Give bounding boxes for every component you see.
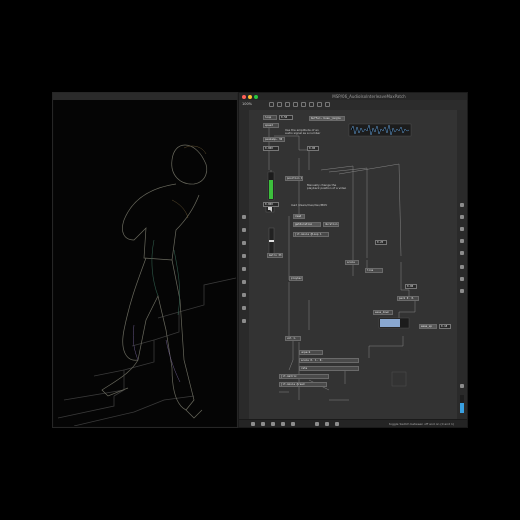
search-icon[interactable] <box>460 203 464 207</box>
console-icon[interactable] <box>460 251 464 255</box>
unpack-object[interactable]: unpack <box>299 350 323 355</box>
jit-movie-read-object[interactable]: jit.movie @read <box>279 382 327 387</box>
lock-toggle-icon[interactable] <box>251 422 255 426</box>
ease-down-object[interactable]: ease_down <box>373 310 393 315</box>
left-sidebar <box>239 110 249 420</box>
lock-icon[interactable] <box>269 102 274 107</box>
pack-object[interactable]: pack 0. 0. <box>397 296 419 301</box>
ease-up-message[interactable]: ease_up <box>419 324 437 329</box>
number-box[interactable]: 0.000 <box>263 146 279 151</box>
number-box[interactable]: 0.50 <box>279 115 293 120</box>
new-object-icon[interactable] <box>293 102 298 107</box>
scale-object[interactable]: scale <box>345 260 359 265</box>
camera-icon[interactable] <box>460 277 464 281</box>
max-patcher-window[interactable]: MSP/06_AudioIsoInterleaveMaxPatch 100% l… <box>238 92 468 428</box>
number-box[interactable]: 0.18 <box>439 324 451 329</box>
max-window-title: MSP/06_AudioIsoInterleaveMaxPatch <box>332 94 406 99</box>
status-text: toggle Switch between off and on (0 and … <box>389 422 455 426</box>
video-frame <box>54 100 236 426</box>
grid-toggle-icon[interactable] <box>291 422 295 426</box>
close-button[interactable] <box>242 94 246 99</box>
play-object[interactable]: speed <box>263 123 279 128</box>
dependencies-icon[interactable] <box>460 265 464 269</box>
align-icon[interactable] <box>317 102 322 107</box>
video-title <box>53 93 237 100</box>
playback-object[interactable]: playback <box>289 276 303 281</box>
debug-icon[interactable] <box>271 422 275 426</box>
read-message[interactable]: read <box>293 214 305 219</box>
audio-icon[interactable] <box>242 280 246 284</box>
number-box[interactable]: 0.00 <box>405 284 417 289</box>
share-icon[interactable] <box>325 102 330 107</box>
audio-meter-level <box>460 403 464 413</box>
jit-movie-object[interactable]: jit.movie @loop 1 <box>293 232 329 237</box>
video-window[interactable] <box>52 92 238 428</box>
duration-object[interactable]: duration <box>323 222 339 227</box>
video-icon[interactable] <box>242 293 246 297</box>
patch-objects: loop 0.50 buffer~ buse_jongle speed Use … <box>249 110 457 419</box>
new-object-bottom-icon[interactable] <box>315 422 319 426</box>
minimize-button[interactable] <box>248 94 252 99</box>
layers-icon[interactable] <box>281 422 285 426</box>
zoom-button[interactable] <box>254 94 258 99</box>
audio-meter <box>460 395 464 413</box>
reference-icon[interactable] <box>460 239 464 243</box>
vol-object[interactable]: vol 1. <box>285 336 301 341</box>
presentation-toggle-icon[interactable] <box>261 422 265 426</box>
number-box[interactable]: 0.25 <box>375 240 387 245</box>
getduration-message[interactable]: getduration <box>293 222 321 227</box>
peakamp-object[interactable]: peakamp~ 30 <box>263 137 285 142</box>
settings-icon[interactable] <box>460 289 464 293</box>
new-icon[interactable] <box>242 215 246 219</box>
number-box[interactable]: 0.000 <box>263 202 279 207</box>
rate-object[interactable]: rate <box>299 366 359 371</box>
metro-object[interactable]: metro 33 <box>267 253 283 258</box>
amplitude-comment: Use the amplitude of an audio signal as … <box>285 128 321 136</box>
line-object[interactable]: line <box>365 268 383 273</box>
new-comment-icon[interactable] <box>309 102 314 107</box>
inspector-icon[interactable] <box>460 215 464 219</box>
snippet-icon[interactable] <box>242 319 246 323</box>
wrench-icon[interactable] <box>325 422 329 426</box>
jitter-comment: Manually change the playback position of… <box>307 183 347 191</box>
grid-icon[interactable] <box>285 102 290 107</box>
jit-matrix-object[interactable]: jit.matrix <box>279 374 329 379</box>
package-icon[interactable] <box>242 306 246 310</box>
loop-message[interactable]: loop <box>263 115 277 120</box>
zoom-label[interactable]: 100% <box>242 102 252 106</box>
buffer-object[interactable]: buffer~ buse_jongle <box>309 116 345 121</box>
new-message-icon[interactable] <box>301 102 306 107</box>
comment-icon[interactable] <box>242 241 246 245</box>
help-icon[interactable] <box>460 227 464 231</box>
cpu-icon[interactable] <box>460 384 464 388</box>
open-icon[interactable] <box>242 228 246 232</box>
image-icon[interactable] <box>242 267 246 271</box>
presentation-icon[interactable] <box>277 102 282 107</box>
position-object[interactable]: position 10 <box>285 176 303 181</box>
browser-icon[interactable] <box>242 254 246 258</box>
number-box[interactable]: 0.00 <box>307 146 319 151</box>
audio-on-icon[interactable] <box>335 422 339 426</box>
load-comment: load /Users/max/dev/MOV <box>291 203 328 207</box>
bottom-toolbar: toggle Switch between off and on (0 and … <box>239 419 467 427</box>
scale-object[interactable]: scale 0. 1. 0. <box>299 358 359 363</box>
right-sidebar <box>457 110 467 420</box>
